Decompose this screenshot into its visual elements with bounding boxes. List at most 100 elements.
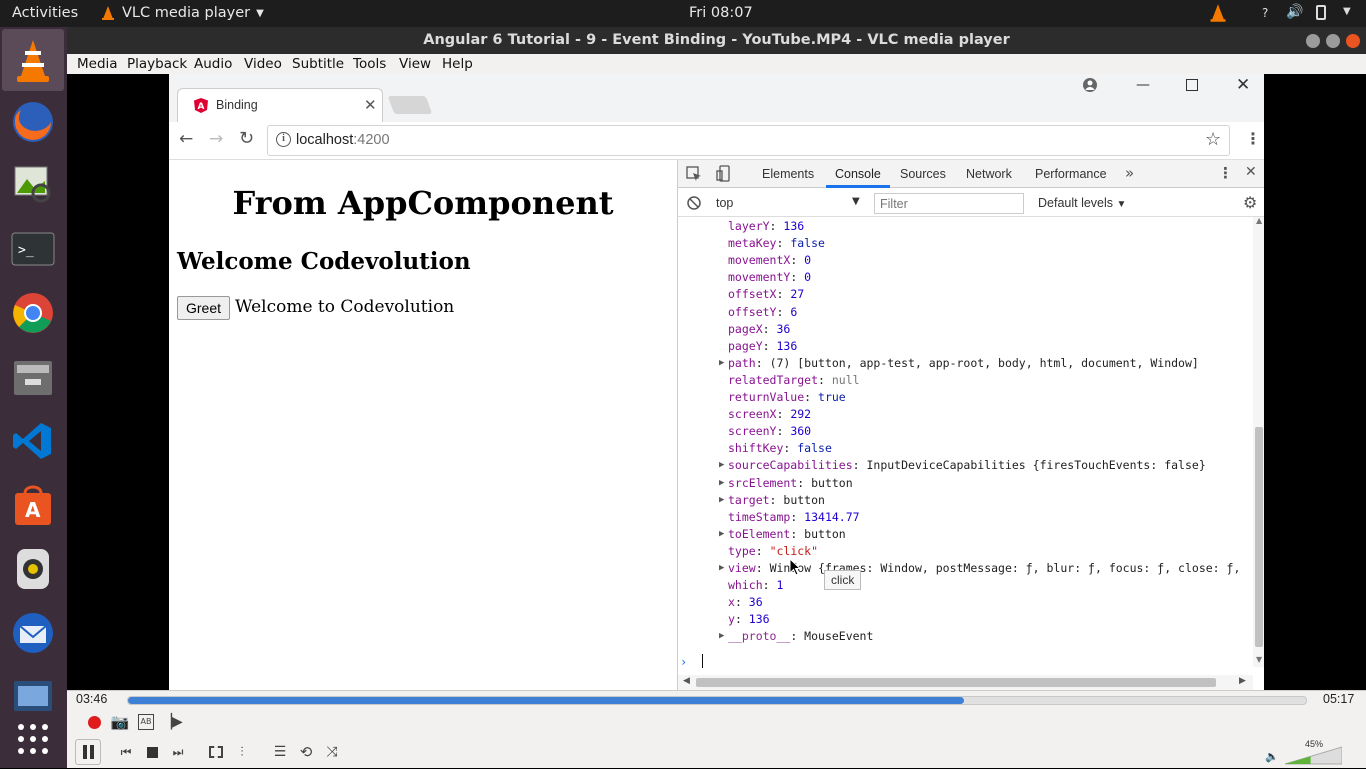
horizontal-scroll-thumb[interactable] [696, 678, 1216, 687]
console-log-row[interactable]: ▶ path: (7) [button, app-test, app-root, … [719, 356, 1199, 373]
menu-help[interactable]: Help [442, 56, 473, 72]
dock-terminal[interactable]: >_ [9, 225, 57, 273]
seek-bar[interactable] [127, 696, 1307, 705]
console-log-row[interactable]: ▶ view: Window {frames: Window, postMessa… [719, 561, 1240, 578]
clear-console-icon[interactable] [687, 196, 701, 210]
console-input[interactable] [702, 654, 703, 668]
devtools-close-icon[interactable]: ✕ [1245, 164, 1257, 180]
info-icon[interactable]: i [276, 132, 291, 147]
menu-view[interactable]: View [399, 56, 431, 72]
console-vertical-scrollbar[interactable]: ▲ ▼ [1253, 216, 1264, 667]
loop-button[interactable]: ⟲ [294, 741, 318, 763]
menu-playback[interactable]: Playback [127, 56, 187, 72]
total-time[interactable]: 05:17 [1323, 692, 1354, 706]
menu-media[interactable]: Media [77, 56, 118, 72]
console-log-row[interactable]: ▶ srcElement: button [719, 476, 853, 493]
scroll-left-icon[interactable]: ◀ [683, 676, 690, 686]
app-menu[interactable]: VLC media player ▼ [100, 5, 264, 21]
dock-image-viewer[interactable] [9, 161, 57, 209]
next-button[interactable]: ⏭ [166, 741, 190, 763]
device-toolbar-icon[interactable] [716, 165, 732, 183]
expand-triangle-icon[interactable]: ▶ [719, 358, 724, 368]
back-icon[interactable]: ← [179, 129, 193, 149]
dock-chrome[interactable] [9, 289, 57, 337]
tab-close-icon[interactable]: ✕ [364, 96, 377, 114]
minimize-button[interactable] [1306, 34, 1320, 48]
dock-firefox[interactable] [9, 98, 57, 146]
expand-triangle-icon[interactable]: ▶ [719, 460, 724, 470]
chrome-maximize-button[interactable] [1186, 79, 1198, 91]
devtools-menu-icon[interactable]: ⋮ [1218, 164, 1233, 182]
record-button[interactable] [82, 711, 106, 733]
system-menu-chevron-icon[interactable]: ▼ [1343, 6, 1351, 17]
elapsed-time[interactable]: 03:46 [76, 692, 107, 706]
frame-step-button[interactable]: ▕▶ [160, 711, 184, 733]
previous-button[interactable]: ⏮ [114, 741, 138, 763]
dock-thunderbird[interactable] [9, 609, 57, 657]
bookmark-star-icon[interactable]: ☆ [1205, 129, 1221, 150]
filter-input[interactable]: Filter [874, 193, 1024, 214]
devtools-tab-console[interactable]: Console [835, 167, 881, 181]
chrome-close-button[interactable]: ✕ [1236, 75, 1250, 95]
snapshot-button[interactable]: 📷 [108, 711, 132, 733]
reload-icon[interactable]: ↻ [239, 128, 254, 149]
menu-video[interactable]: Video [244, 56, 282, 72]
dock-rhythmbox[interactable] [9, 545, 57, 593]
stop-button[interactable] [140, 741, 164, 763]
expand-triangle-icon[interactable]: ▶ [719, 495, 724, 505]
context-dropdown-icon[interactable]: ▼ [852, 196, 860, 207]
battery-icon[interactable] [1316, 5, 1326, 20]
speaker-icon[interactable]: 🔈 [1265, 750, 1279, 763]
dock-software-center[interactable]: A [9, 481, 57, 529]
pause-button[interactable] [75, 739, 101, 765]
greet-button[interactable]: Greet [177, 296, 230, 320]
scroll-right-icon[interactable]: ▶ [1239, 676, 1246, 686]
menu-audio[interactable]: Audio [194, 56, 232, 72]
chrome-minimize-button[interactable]: — [1136, 77, 1150, 93]
menu-subtitle[interactable]: Subtitle [292, 56, 344, 72]
playlist-button[interactable]: ☰ [268, 741, 292, 763]
vlc-tray-icon[interactable] [1208, 3, 1228, 23]
devtools-tab-network[interactable]: Network [966, 167, 1012, 181]
forward-icon[interactable]: → [209, 129, 223, 149]
devtools-tab-elements[interactable]: Elements [762, 167, 814, 181]
expand-triangle-icon[interactable]: ▶ [719, 529, 724, 539]
shuffle-button[interactable]: ⤨ [320, 741, 344, 763]
activities-button[interactable]: Activities [12, 5, 78, 21]
console-log-row[interactable]: ▶ __proto__: MouseEvent [719, 629, 873, 646]
close-button[interactable] [1346, 34, 1360, 48]
scroll-up-icon[interactable]: ▲ [1256, 216, 1262, 225]
context-selector[interactable]: top [716, 196, 733, 210]
chrome-menu-icon[interactable]: ⋮ [1245, 129, 1261, 148]
expand-triangle-icon[interactable]: ▶ [719, 563, 724, 573]
vertical-scroll-thumb[interactable] [1255, 427, 1263, 647]
more-tabs-icon[interactable]: » [1125, 164, 1134, 182]
loop-ab-button[interactable]: AB [134, 711, 158, 733]
address-bar[interactable]: i localhost:4200 ☆ [267, 125, 1230, 156]
log-levels-dropdown[interactable]: Default levels ▼ [1038, 196, 1126, 210]
dock-vscode[interactable] [9, 417, 57, 465]
maximize-button[interactable] [1326, 34, 1340, 48]
menu-tools[interactable]: Tools [353, 56, 386, 72]
dock-files[interactable] [9, 353, 57, 401]
clock[interactable]: Fri 08:07 [689, 5, 753, 21]
dock-screenshot[interactable] [9, 673, 57, 721]
scroll-down-icon[interactable]: ▼ [1256, 655, 1262, 664]
inspect-element-icon[interactable] [686, 166, 702, 182]
extended-settings-button[interactable]: ⫶ [230, 741, 254, 763]
fullscreen-button[interactable] [204, 741, 228, 763]
tab-binding[interactable]: A Binding ✕ [177, 88, 383, 122]
console-horizontal-scrollbar[interactable]: ◀ ▶ [678, 675, 1253, 690]
profile-icon[interactable] [1083, 78, 1097, 92]
devtools-tab-sources[interactable]: Sources [900, 167, 946, 181]
devtools-tab-performance[interactable]: Performance [1035, 167, 1107, 181]
expand-triangle-icon[interactable]: ▶ [719, 478, 724, 488]
console-log-row[interactable]: ▶ target: button [719, 493, 825, 510]
dock-vlc[interactable] [2, 29, 64, 91]
console-settings-gear-icon[interactable]: ⚙ [1243, 193, 1257, 212]
volume-icon[interactable]: 🔊 [1286, 4, 1303, 20]
show-applications-button[interactable] [9, 715, 57, 763]
console-log-row[interactable]: ▶ toElement: button [719, 527, 846, 544]
help-icon[interactable]: ? [1262, 6, 1268, 20]
new-tab-button[interactable] [387, 96, 433, 114]
